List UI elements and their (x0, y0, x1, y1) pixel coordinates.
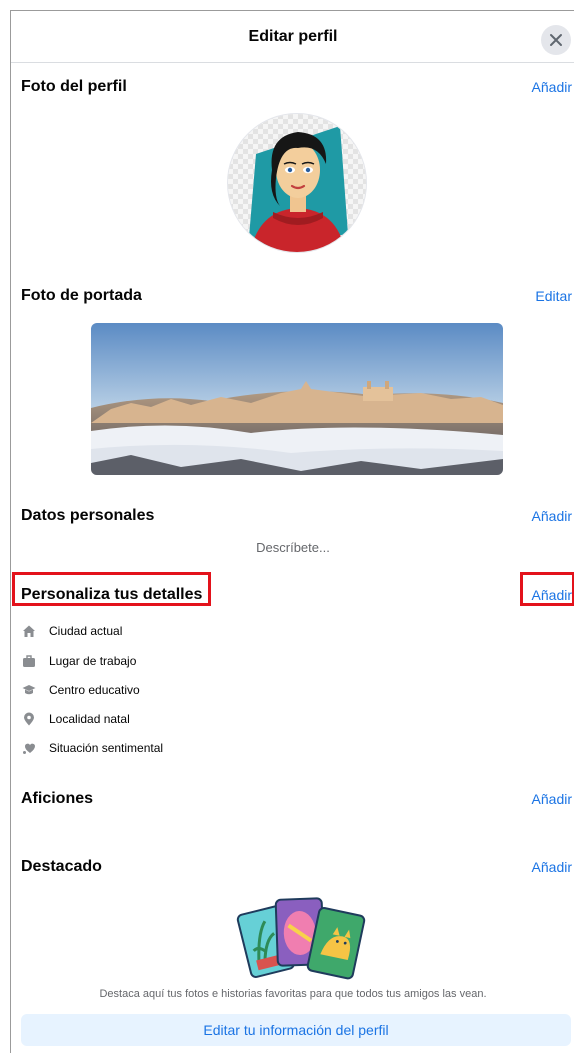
briefcase-icon (21, 653, 37, 669)
close-icon (550, 34, 562, 46)
featured-illustration (231, 891, 371, 986)
edit-profile-info-button[interactable]: Editar tu información del perfil (21, 1014, 571, 1046)
details-title-highlight (12, 572, 211, 606)
featured-add-link[interactable]: Añadir (532, 859, 572, 875)
close-button[interactable] (541, 25, 571, 55)
detail-item-education[interactable]: Centro educativo (21, 680, 140, 700)
detail-item-relationship[interactable]: Situación sentimental (21, 738, 163, 758)
cover-city-image (91, 323, 503, 475)
detail-label: Lugar de trabajo (49, 654, 137, 668)
dialog-title: Editar perfil (248, 28, 338, 45)
bio-placeholder[interactable]: Descríbete... (11, 540, 574, 555)
edit-profile-dialog: Editar perfil Foto del perfil Añadir Fot… (10, 10, 574, 1053)
cover-photo-title: Foto de portada (21, 287, 142, 304)
graduation-cap-icon (21, 682, 37, 698)
detail-label: Centro educativo (49, 683, 140, 697)
featured-description: Destaca aquí tus fotos e historias favor… (99, 988, 487, 1000)
location-pin-icon (21, 711, 37, 727)
avatar-illustration (228, 114, 366, 252)
detail-item-workplace[interactable]: Lugar de trabajo (21, 651, 136, 671)
hobbies-title: Aficiones (21, 790, 94, 807)
detail-label: Situación sentimental (49, 741, 164, 755)
bio-title: Datos personales (21, 507, 155, 524)
profile-photo-add-link[interactable]: Añadir (532, 79, 572, 95)
avatar[interactable] (227, 113, 367, 253)
cover-photo-edit-link[interactable]: Editar (535, 288, 572, 304)
cover-photo[interactable] (91, 323, 503, 475)
detail-item-current-city[interactable]: Ciudad actual (21, 621, 122, 641)
detail-label: Ciudad actual (49, 624, 123, 638)
heart-icon (21, 740, 37, 756)
dialog-header: Editar perfil (11, 11, 574, 63)
hobbies-add-link[interactable]: Añadir (532, 791, 572, 807)
detail-label: Localidad natal (49, 712, 130, 726)
house-icon (21, 623, 37, 639)
detail-item-hometown[interactable]: Localidad natal (21, 709, 130, 729)
bio-add-link[interactable]: Añadir (532, 508, 572, 524)
details-add-highlight (520, 572, 574, 606)
featured-title: Destacado (21, 858, 102, 875)
profile-photo-title: Foto del perfil (21, 78, 127, 95)
